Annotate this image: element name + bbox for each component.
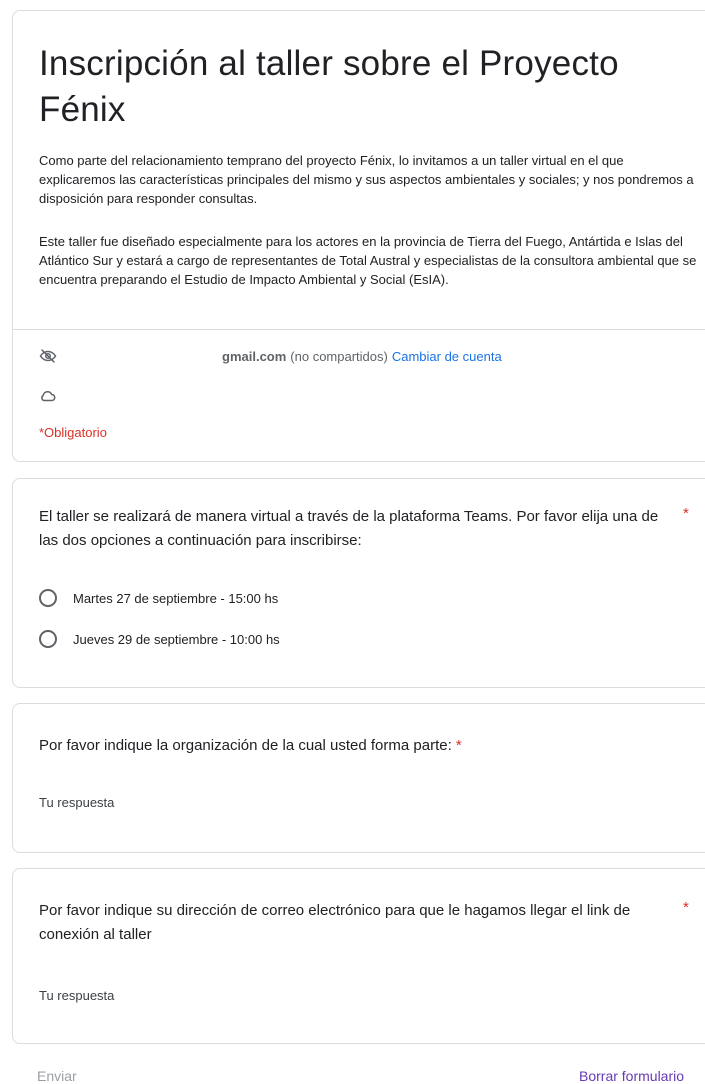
switch-account-link[interactable]: Cambiar de cuenta <box>392 349 502 364</box>
question-2-text: Por favor indique la organización de la … <box>39 734 679 758</box>
radio-button[interactable] <box>39 630 57 648</box>
eye-slash-icon <box>39 347 57 365</box>
draft-saved-row <box>39 387 57 405</box>
question-3-label: Por favor indique su dirección de correo… <box>39 902 631 943</box>
clear-form-button[interactable]: Borrar formulario <box>579 1068 684 1084</box>
option-label: Martes 27 de septiembre - 15:00 hs <box>73 590 279 606</box>
question-3-text: Por favor indique su dirección de correo… <box>39 899 679 947</box>
form-description-2: Este taller fue diseñado especialmente p… <box>39 234 697 287</box>
form-header-card: Inscripción al taller sobre el Proyecto … <box>12 10 705 462</box>
account-shared-note: (no compartidos) <box>290 348 388 364</box>
question-card-3: Por favor indique su dirección de correo… <box>12 868 705 1044</box>
header-divider <box>13 329 705 330</box>
email-input[interactable] <box>39 983 339 1007</box>
question-card-2: Por favor indique la organización de la … <box>12 703 705 853</box>
cloud-check-icon <box>39 387 57 405</box>
radio-button[interactable] <box>39 589 57 607</box>
option-martes[interactable]: Martes 27 de septiembre - 15:00 hs <box>39 587 278 609</box>
question-1-label: El taller se realizará de manera virtual… <box>39 508 659 549</box>
question-card-1: El taller se realizará de manera virtual… <box>12 478 705 688</box>
organization-input[interactable] <box>39 790 339 814</box>
required-star-2: * <box>455 737 462 754</box>
submit-button[interactable]: Enviar <box>37 1068 77 1084</box>
option-label: Jueves 29 de septiembre - 10:00 hs <box>73 631 280 647</box>
form-description-1: Como parte del relacionamiento temprano … <box>39 153 694 206</box>
account-email: gmail.com <box>222 348 287 364</box>
question-1-text: El taller se realizará de manera virtual… <box>39 505 679 553</box>
form-title: Inscripción al taller sobre el Proyecto … <box>39 44 619 129</box>
required-star-3: * <box>683 899 689 916</box>
required-star-1: * <box>683 505 689 522</box>
option-jueves[interactable]: Jueves 29 de septiembre - 10:00 hs <box>39 628 280 650</box>
required-note: *Obligatorio <box>39 425 107 440</box>
question-2-label: Por favor indique la organización de la … <box>39 737 452 754</box>
account-row: gmail.com (no compartidos) Cambiar de cu… <box>39 345 502 367</box>
